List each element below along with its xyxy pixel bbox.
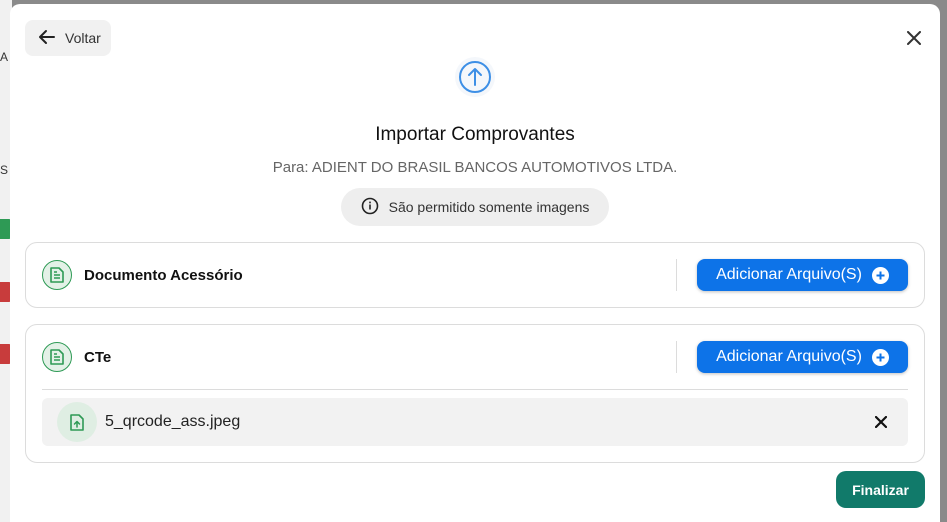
info-icon — [361, 197, 379, 218]
card-label: CTe — [84, 348, 112, 366]
add-file-label: Adicionar Arquivo(S) — [716, 266, 862, 283]
card-documento-acessorio: Documento Acessório Adicionar Arquivo(S) — [25, 242, 925, 308]
add-file-button[interactable]: Adicionar Arquivo(S) — [697, 341, 908, 373]
info-text: São permitido somente imagens — [388, 199, 590, 215]
upload-icon — [455, 57, 495, 97]
dialog-title: Importar Comprovantes — [375, 124, 575, 145]
card-label: Documento Acessório — [84, 266, 243, 284]
back-label: Voltar — [65, 30, 101, 46]
divider — [676, 259, 677, 291]
divider — [676, 341, 677, 373]
back-button[interactable]: Voltar — [25, 20, 111, 56]
finish-button[interactable]: Finalizar — [836, 471, 925, 508]
remove-file-icon[interactable] — [870, 411, 892, 433]
file-upload-icon — [57, 402, 97, 442]
plus-icon — [871, 266, 889, 284]
document-icon — [42, 260, 72, 290]
import-dialog: Voltar Importar Comprovantes Para: ADIEN… — [10, 4, 940, 522]
file-name: 5_qrcode_ass.jpeg — [105, 413, 241, 430]
file-item: 5_qrcode_ass.jpeg — [42, 398, 908, 446]
add-file-label: Adicionar Arquivo(S) — [716, 348, 862, 365]
dialog-subtitle: Para: ADIENT DO BRASIL BANCOS AUTOMOTIVO… — [272, 159, 678, 176]
close-icon[interactable] — [902, 26, 926, 50]
add-file-button[interactable]: Adicionar Arquivo(S) — [697, 259, 908, 291]
document-icon — [42, 342, 72, 372]
arrow-left-icon — [37, 27, 57, 50]
divider — [42, 389, 908, 390]
info-notice: São permitido somente imagens — [341, 188, 609, 226]
card-cte: CTe Adicionar Arquivo(S) 5_qrcode_ass.jp… — [25, 324, 925, 463]
plus-icon — [871, 348, 889, 366]
